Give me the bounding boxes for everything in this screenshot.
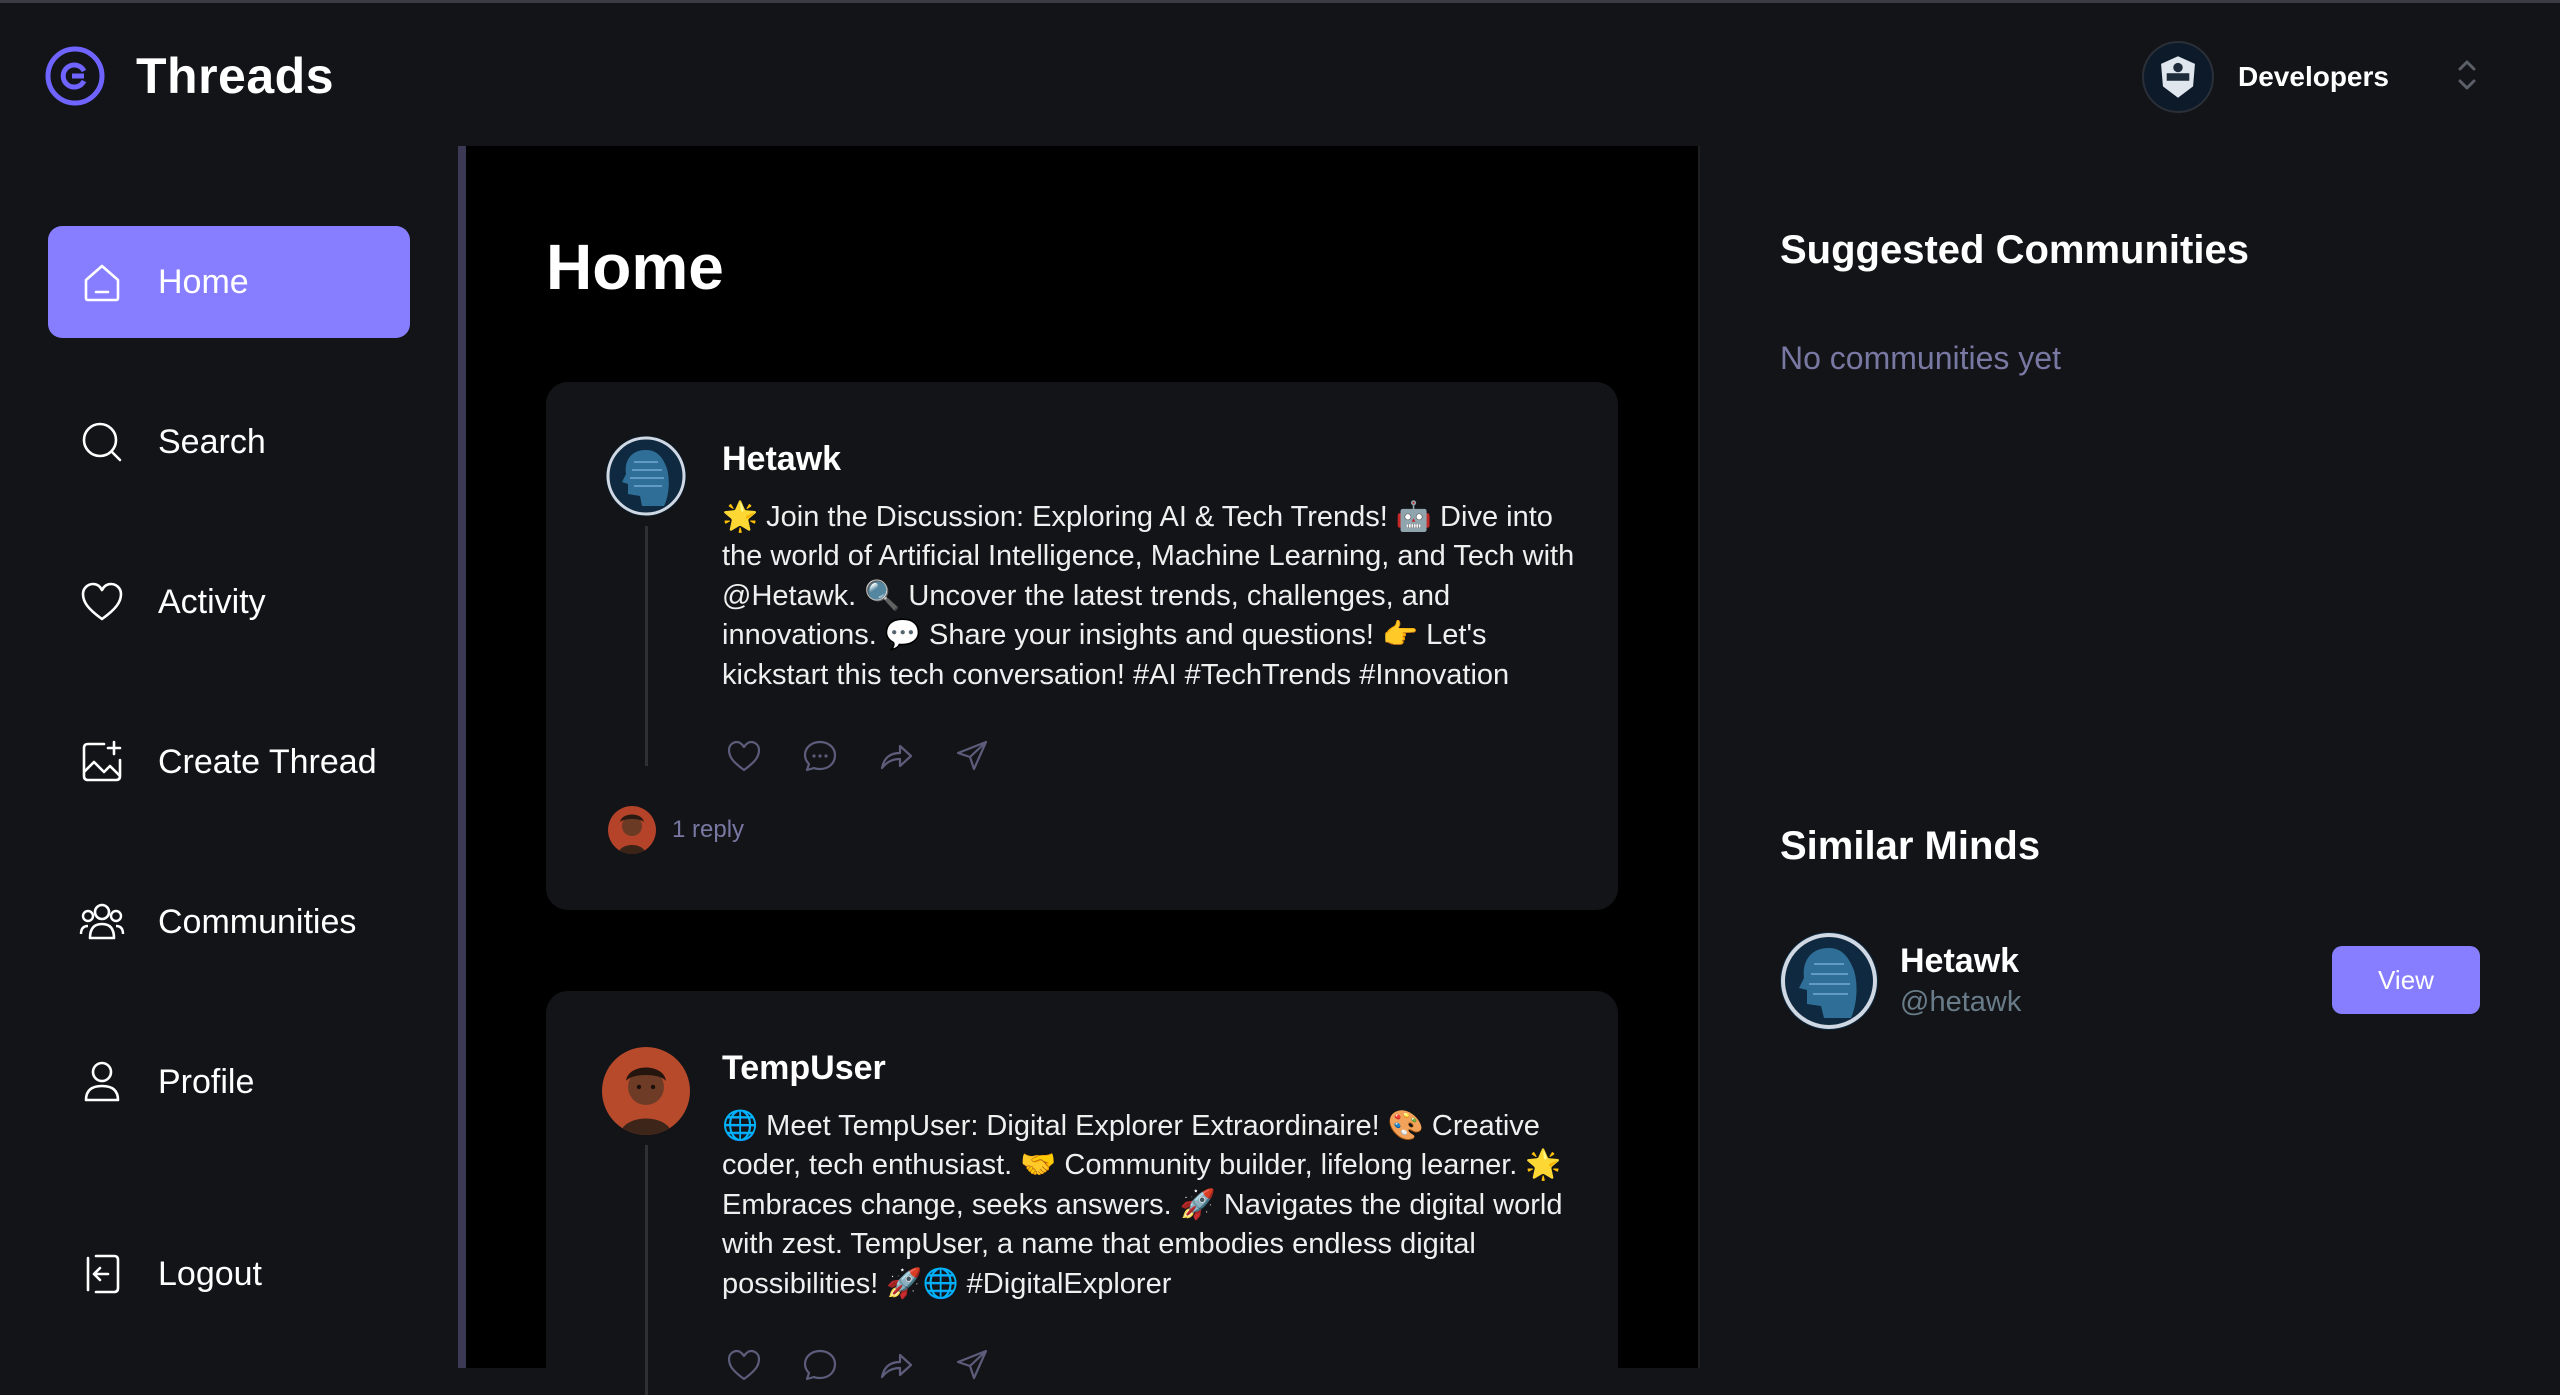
sidebar-item-label: Activity [158, 582, 266, 621]
sidebar-item-home[interactable]: Home [48, 226, 410, 338]
image-add-icon [82, 740, 122, 782]
comment-icon[interactable] [800, 736, 840, 776]
app-name[interactable]: Threads [136, 47, 334, 105]
avatar[interactable] [602, 1047, 690, 1135]
thread-card: Hetawk 🌟 Join the Discussion: Exploring … [546, 382, 1618, 910]
suggested-communities-title: Suggested Communities [1780, 228, 2249, 272]
sidebar-item-communities[interactable]: Communities [48, 866, 410, 978]
sidebar-scrollbar[interactable] [458, 146, 466, 1368]
sidebar-item-activity[interactable]: Activity [48, 546, 410, 658]
logout-icon [86, 1254, 120, 1294]
sidebar-item-label: Communities [158, 902, 357, 941]
page-title: Home [546, 231, 724, 303]
sidebar-item-profile[interactable]: Profile [48, 1026, 410, 1138]
home-icon [84, 264, 120, 302]
replies-summary[interactable]: 1 reply [608, 806, 744, 854]
heart-icon [81, 582, 123, 621]
sidebar-item-label: Create Thread [158, 742, 377, 781]
sidebar-item-label: Search [158, 422, 266, 461]
right-sidebar [1700, 146, 2560, 1368]
thread-line [645, 1145, 648, 1395]
user-icon [84, 1061, 120, 1102]
logout-label: Logout [158, 1254, 262, 1293]
post-author[interactable]: TempUser [722, 1049, 886, 1088]
sidebar-item-create-thread[interactable]: Create Thread [48, 706, 410, 818]
sidebar-item-search[interactable]: Search [48, 386, 410, 498]
heart-icon[interactable] [724, 736, 764, 776]
topbar: Threads Developers [0, 0, 2560, 146]
logout-button[interactable]: Logout [48, 1218, 410, 1330]
chevron-up-down-icon[interactable] [2455, 55, 2479, 100]
view-button[interactable]: View [2332, 946, 2480, 1014]
org-avatar [2142, 41, 2214, 113]
send-icon[interactable] [952, 736, 992, 776]
heart-icon[interactable] [724, 1345, 764, 1385]
repost-icon[interactable] [876, 736, 916, 776]
sidebar-item-label: Home [158, 262, 249, 301]
search-icon [82, 422, 122, 462]
thread-line [645, 526, 648, 766]
left-sidebar: Home Search Activity Create Thread Commu… [0, 146, 460, 1368]
post-content: 🌟 Join the Discussion: Exploring AI & Te… [722, 501, 1575, 691]
sidebar-item-label: Profile [158, 1062, 255, 1101]
thread-card: TempUser 🌐 Meet TempUser: Digital Explor… [546, 991, 1618, 1395]
users-icon [79, 903, 125, 940]
reply-count: 1 reply [672, 816, 745, 843]
repost-icon[interactable] [876, 1345, 916, 1385]
suggested-communities-empty: No communities yet [1780, 340, 2061, 376]
user-handle: @hetawk [1900, 986, 2022, 1018]
post-actions [724, 736, 992, 776]
post-actions [724, 1345, 992, 1385]
similar-minds-title: Similar Minds [1780, 824, 2041, 868]
similar-user-card: Hetawk @hetawk View [1780, 932, 2480, 1032]
user-name: Hetawk [1900, 942, 2020, 980]
threads-logo-icon[interactable] [44, 45, 106, 107]
avatar[interactable] [1780, 932, 1878, 1030]
send-icon[interactable] [952, 1345, 992, 1385]
avatar[interactable] [606, 436, 686, 516]
org-name: Developers [2238, 61, 2389, 92]
post-content: 🌐 Meet TempUser: Digital Explorer Extrao… [722, 1110, 1563, 1300]
post-author[interactable]: Hetawk [722, 440, 841, 479]
comment-icon[interactable] [800, 1345, 840, 1385]
reply-avatar [608, 806, 656, 854]
organization-switcher[interactable]: Developers [2142, 41, 2479, 113]
